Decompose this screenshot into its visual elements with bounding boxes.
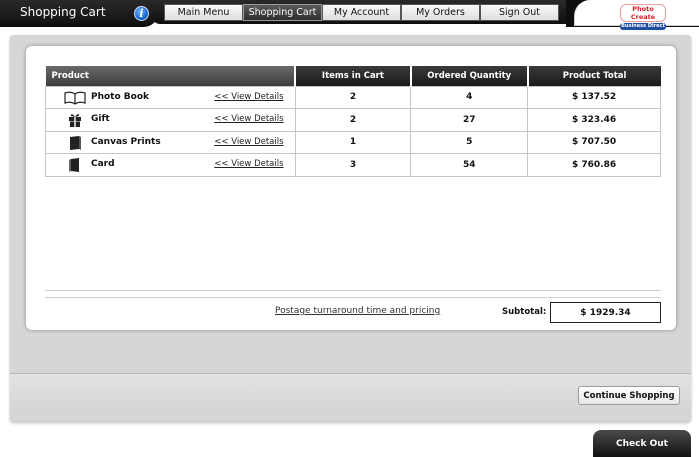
card-icon (69, 158, 79, 172)
product-total: $ 707.50 (527, 130, 661, 154)
view-details-link[interactable]: << View Details (214, 137, 283, 147)
items-in-cart: 2 (294, 108, 412, 132)
ordered-quantity: 4 (410, 85, 529, 109)
ordered-quantity: 27 (410, 108, 529, 132)
main-nav: Main Menu Shopping Cart My Account My Or… (164, 4, 559, 21)
header-ordered-quantity: Ordered Quantity (410, 66, 529, 86)
header-product: Product (45, 66, 297, 86)
divider (45, 297, 661, 298)
product-name: Photo Book (91, 91, 150, 102)
continue-shopping-button[interactable]: Continue Shopping (578, 386, 680, 405)
items-in-cart: 3 (294, 153, 412, 177)
product-total: $ 137.52 (527, 85, 661, 109)
items-in-cart: 1 (294, 130, 412, 154)
header-product-total: Product Total (527, 66, 661, 86)
view-details-link[interactable]: << View Details (214, 159, 283, 169)
info-icon[interactable]: i (134, 6, 149, 21)
table-row: Card << View Details 3 54 $ 760.86 (45, 153, 661, 177)
view-details-link[interactable]: << View Details (214, 92, 283, 102)
view-details-link[interactable]: << View Details (214, 114, 283, 124)
table-row: Photo Book << View Details 2 4 $ 137.52 (45, 85, 661, 109)
table-header-row: Product Items in Cart Ordered Quantity P… (45, 66, 661, 86)
product-cell: Canvas Prints << View Details (45, 130, 296, 154)
brand-logo: Photo Create Business Direct (620, 4, 666, 30)
divider (45, 290, 661, 291)
check-out-button[interactable]: Check Out (593, 430, 691, 457)
cart-table: Product Items in Cart Ordered Quantity P… (45, 66, 661, 177)
logo-line2: Business Direct (620, 23, 666, 30)
ordered-quantity: 5 (410, 130, 529, 154)
product-name: Canvas Prints (91, 136, 161, 147)
title-block: Shopping Cart i (0, 0, 158, 27)
header-items-in-cart: Items in Cart (295, 66, 412, 86)
subtotal-value: $ 1929.34 (550, 302, 661, 323)
table-row: Gift << View Details 2 27 $ 323.46 (45, 108, 661, 132)
postage-pricing-link[interactable]: Postage turnaround time and pricing (275, 306, 440, 316)
logo-line1: Photo Create (620, 4, 666, 22)
nav-my-account[interactable]: My Account (322, 4, 401, 21)
product-name: Gift (91, 114, 110, 124)
ordered-quantity: 54 (410, 153, 529, 177)
product-total: $ 760.86 (527, 153, 661, 177)
nav-sign-out[interactable]: Sign Out (480, 4, 559, 21)
subtotal-label: Subtotal: (502, 307, 547, 317)
page-title: Shopping Cart (20, 5, 106, 19)
product-total: $ 323.46 (527, 108, 661, 132)
gift-icon (69, 114, 81, 127)
book-icon (64, 91, 86, 105)
top-bar: Shopping Cart i Main Menu Shopping Cart … (0, 0, 699, 30)
product-name: Card (91, 159, 115, 169)
nav-main-menu[interactable]: Main Menu (164, 4, 243, 21)
items-in-cart: 2 (294, 85, 412, 109)
table-row: Canvas Prints << View Details 1 5 $ 707.… (45, 130, 661, 154)
product-cell: Gift << View Details (45, 108, 296, 132)
nav-my-orders[interactable]: My Orders (401, 4, 480, 21)
product-cell: Card << View Details (45, 153, 296, 177)
product-cell: Photo Book << View Details (45, 85, 296, 109)
canvas-icon (70, 135, 81, 150)
nav-shopping-cart[interactable]: Shopping Cart (243, 4, 322, 21)
